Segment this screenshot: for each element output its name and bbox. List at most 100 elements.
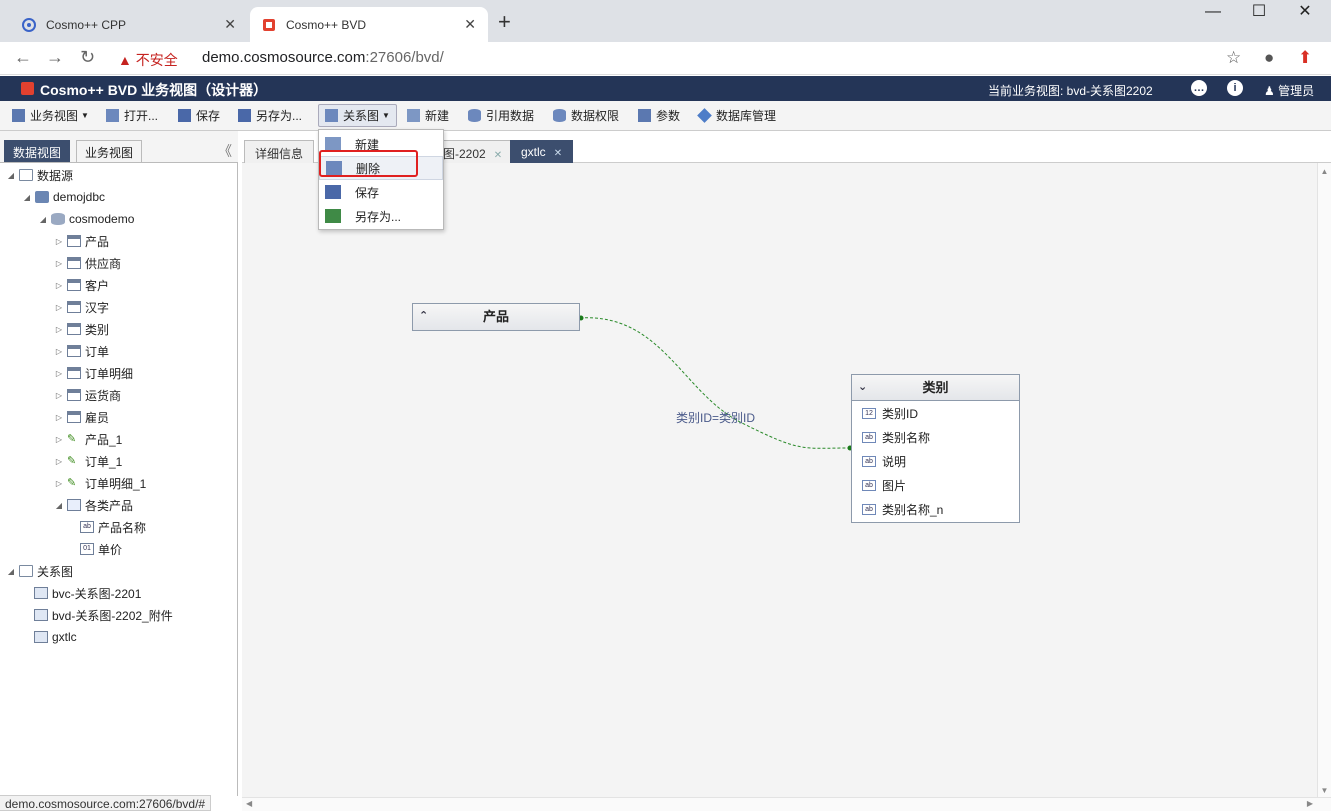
profile-icon[interactable]: ● bbox=[1264, 48, 1274, 68]
info-icon[interactable]: i bbox=[1227, 80, 1243, 96]
data-permission-button[interactable]: 数据权限 bbox=[553, 107, 619, 124]
tree-node-table[interactable]: ▷ 订单 bbox=[54, 340, 109, 362]
tree-node-relation[interactable]: gxtlc bbox=[34, 626, 77, 648]
tree-node-table[interactable]: ▷ 雇员 bbox=[54, 406, 109, 428]
diagram-canvas[interactable]: 类别ID=类别ID ⌃ 产品 ⌄ 类别 12 类别ID ab 类别名称 ab 说明 a… bbox=[242, 163, 1331, 811]
close-tab-icon[interactable]: ✕ bbox=[464, 16, 476, 33]
relation-label[interactable]: 类别ID=类别ID bbox=[676, 409, 755, 426]
collapsed-arrow-icon[interactable]: ▷ bbox=[54, 325, 64, 334]
tree-node-relation[interactable]: bvd-关系图-2202_附件 bbox=[34, 604, 173, 626]
expanded-arrow-icon[interactable]: ◢ bbox=[54, 501, 64, 510]
collapsed-arrow-icon[interactable]: ▷ bbox=[54, 479, 64, 488]
maximize-icon[interactable]: ☐ bbox=[1236, 2, 1282, 22]
tree-node-datasource[interactable]: ◢ 数据源 bbox=[6, 164, 73, 186]
expanded-arrow-icon[interactable]: ◢ bbox=[38, 215, 48, 224]
vertical-scrollbar[interactable]: ▲ ▼ bbox=[1317, 163, 1331, 797]
tree-node-table[interactable]: ▷ 类别 bbox=[54, 318, 109, 340]
tab-detail-info[interactable]: 详细信息 bbox=[244, 140, 315, 163]
tree-node-relations-root[interactable]: ◢ 关系图 bbox=[6, 560, 73, 582]
entity-category[interactable]: ⌄ 类别 12 类别ID ab 类别名称 ab 说明 ab 图片 ab 类别名称_n bbox=[851, 374, 1020, 523]
main-area: 详细信息 图-2202 ✕ gxtlc ✕ 类别ID=类别ID ⌃ 产品 ⌄ 类别 … bbox=[242, 131, 1331, 811]
collapsed-arrow-icon[interactable]: ▷ bbox=[54, 435, 64, 444]
tree-node-view[interactable]: ▷ ✎ 产品_1 bbox=[54, 428, 122, 450]
expanded-arrow-icon[interactable]: ◢ bbox=[6, 171, 16, 180]
tree-node-view[interactable]: ▷ ✎ 订单_1 bbox=[54, 450, 122, 472]
chat-icon[interactable]: … bbox=[1191, 80, 1207, 96]
tree-node-table[interactable]: ▷ 汉字 bbox=[54, 296, 109, 318]
tree-node-view[interactable]: ▷ ✎ 订单明细_1 bbox=[54, 472, 146, 494]
collapsed-arrow-icon[interactable]: ▷ bbox=[54, 391, 64, 400]
browser-tab-bvd[interactable]: Cosmo++ BVD ✕ bbox=[250, 7, 488, 42]
window-close-icon[interactable]: ✕ bbox=[1282, 2, 1328, 22]
entity-field[interactable]: ab 说明 bbox=[852, 449, 1019, 473]
tree-node-query[interactable]: ◢ 各类产品 bbox=[54, 494, 133, 516]
tree-node-table[interactable]: ▷ 供应商 bbox=[54, 252, 121, 274]
menu-item-save-as[interactable]: 另存为... bbox=[319, 204, 443, 228]
reload-icon[interactable]: ↻ bbox=[80, 47, 95, 68]
collapsed-arrow-icon[interactable]: ▷ bbox=[54, 237, 64, 246]
collapsed-arrow-icon[interactable]: ▷ bbox=[54, 457, 64, 466]
parameters-button[interactable]: 参数 bbox=[638, 107, 680, 124]
horizontal-scrollbar[interactable]: ◀ ▶ bbox=[242, 797, 1331, 811]
tree-node-connection[interactable]: ◢ demojdbc bbox=[22, 186, 105, 208]
back-icon[interactable]: ← bbox=[14, 47, 32, 68]
expanded-arrow-icon[interactable]: ◢ bbox=[22, 193, 32, 202]
tree-node-table[interactable]: ▷ 运货商 bbox=[54, 384, 121, 406]
reference-data-button[interactable]: 引用数据 bbox=[468, 107, 534, 124]
tree-node-table[interactable]: ▷ 产品 bbox=[54, 230, 109, 252]
update-icon[interactable]: ⬆ bbox=[1298, 48, 1312, 68]
database-manage-button[interactable]: 数据库管理 bbox=[697, 107, 776, 124]
query-icon bbox=[67, 499, 81, 511]
collapsed-arrow-icon[interactable]: ▷ bbox=[54, 281, 64, 290]
collapsed-arrow-icon[interactable]: ▷ bbox=[54, 347, 64, 356]
save-button[interactable]: 保存 bbox=[178, 107, 220, 124]
url-field[interactable]: demo.cosmosource.com:27606/bvd/ bbox=[202, 49, 444, 66]
tab-business-view[interactable]: 业务视图 bbox=[76, 140, 143, 162]
collapsed-arrow-icon[interactable]: ▷ bbox=[54, 259, 64, 268]
tree-node-relation[interactable]: bvc-关系图-2201 bbox=[34, 582, 141, 604]
new-tab-icon[interactable]: + bbox=[498, 9, 511, 35]
tab-gxtlc[interactable]: gxtlc ✕ bbox=[510, 140, 574, 163]
collapsed-arrow-icon[interactable]: ▷ bbox=[54, 303, 64, 312]
save-as-button[interactable]: 另存为... bbox=[238, 107, 302, 124]
collapsed-arrow-icon[interactable]: ▷ bbox=[54, 369, 64, 378]
bookmark-star-icon[interactable]: ☆ bbox=[1226, 48, 1241, 68]
new-button[interactable]: 新建 bbox=[407, 107, 449, 124]
minimize-icon[interactable]: — bbox=[1190, 2, 1236, 22]
entity-product[interactable]: ⌃ 产品 bbox=[412, 303, 580, 331]
scroll-right-icon[interactable]: ▶ bbox=[1307, 799, 1313, 808]
user-menu[interactable]: ♟ 管理员 bbox=[1264, 82, 1314, 99]
scroll-left-icon[interactable]: ◀ bbox=[246, 799, 252, 808]
relation-diagram-button[interactable]: 关系图 ▼ bbox=[318, 104, 397, 127]
entity-field[interactable]: 12 类别ID bbox=[852, 401, 1019, 425]
forward-icon[interactable]: → bbox=[46, 47, 64, 68]
browser-tab-cpp[interactable]: Cosmo++ CPP ✕ bbox=[10, 7, 248, 42]
menu-item-save[interactable]: 保存 bbox=[319, 180, 443, 204]
entity-field[interactable]: ab 图片 bbox=[852, 473, 1019, 497]
business-view-button[interactable]: 业务视图 ▼ bbox=[12, 107, 89, 124]
folder-open-icon bbox=[106, 109, 119, 122]
open-button[interactable]: 打开... bbox=[106, 107, 158, 124]
tree-node-field[interactable]: ab 产品名称 bbox=[80, 516, 146, 538]
security-warning[interactable]: ▲ 不安全 bbox=[118, 50, 178, 70]
scroll-up-icon[interactable]: ▲ bbox=[1318, 167, 1331, 176]
tab-data-view[interactable]: 数据视图 bbox=[4, 140, 71, 162]
scroll-down-icon[interactable]: ▼ bbox=[1318, 786, 1331, 795]
close-tab-icon[interactable]: ✕ bbox=[224, 16, 236, 33]
close-tab-icon[interactable]: ✕ bbox=[494, 150, 502, 161]
table-icon bbox=[67, 323, 81, 335]
entity-header[interactable]: ⌃ 产品 bbox=[413, 304, 579, 330]
entity-field[interactable]: ab 类别名称 bbox=[852, 425, 1019, 449]
tree-node-table[interactable]: ▷ 客户 bbox=[54, 274, 109, 296]
tree-node-table[interactable]: ▷ 订单明细 bbox=[54, 362, 133, 384]
entity-header[interactable]: ⌄ 类别 bbox=[852, 375, 1019, 401]
tree-node-field[interactable]: 01 单价 bbox=[80, 538, 122, 560]
collapse-panel-icon[interactable]: 《 bbox=[218, 141, 232, 161]
close-tab-icon[interactable]: ✕ bbox=[554, 148, 562, 159]
expand-chevron-icon[interactable]: ⌄ bbox=[858, 375, 867, 400]
expanded-arrow-icon[interactable]: ◢ bbox=[6, 567, 16, 576]
tree-node-schema[interactable]: ◢ cosmodemo bbox=[38, 208, 134, 230]
collapsed-arrow-icon[interactable]: ▷ bbox=[54, 413, 64, 422]
collapse-chevron-icon[interactable]: ⌃ bbox=[419, 304, 428, 329]
entity-field[interactable]: ab 类别名称_n bbox=[852, 497, 1019, 521]
